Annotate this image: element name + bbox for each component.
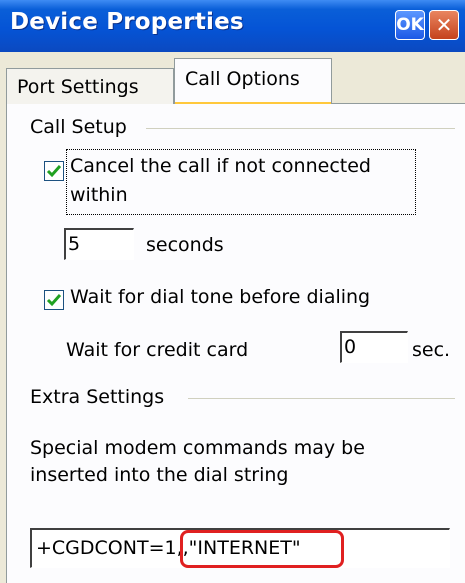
call-setup-group-label: Call Setup [30, 116, 127, 138]
timeout-seconds-input[interactable]: 5 [64, 228, 134, 260]
extra-settings-description-line1: Special modem commands may be [30, 437, 365, 459]
ok-button[interactable]: OK [395, 10, 425, 40]
cancel-call-checkbox[interactable] [44, 161, 64, 181]
tab-call-options[interactable]: Call Options [174, 58, 332, 104]
tab-call-options-label: Call Options [185, 67, 300, 90]
extra-settings-group-label: Extra Settings [30, 386, 165, 408]
tab-port-settings-label: Port Settings [17, 75, 139, 98]
cancel-call-label-line1[interactable]: Cancel the call if not connected [70, 155, 371, 177]
wait-dial-tone-checkbox[interactable] [44, 290, 64, 310]
window-title: Device Properties [10, 9, 244, 35]
credit-card-label: Wait for credit card [66, 339, 249, 361]
credit-card-wait-input[interactable]: 0 [340, 331, 408, 363]
seconds-label: seconds [146, 234, 224, 256]
extra-settings-divider [188, 398, 455, 399]
checkmark-icon [46, 294, 62, 307]
credit-card-unit-label: sec. [412, 339, 451, 361]
checkmark-icon [46, 165, 62, 178]
cancel-call-label-line2[interactable]: within [70, 184, 128, 206]
annotation-highlight [180, 530, 344, 568]
extra-settings-description-line2: inserted into the dial string [30, 464, 289, 486]
wait-dial-tone-label[interactable]: Wait for dial tone before dialing [70, 286, 370, 308]
close-button[interactable]: ✕ [429, 10, 459, 40]
dial-string-prefix: +CGDCONT=1,, [36, 537, 189, 559]
call-setup-divider [146, 128, 455, 129]
tab-port-settings[interactable]: Port Settings [6, 68, 174, 104]
close-icon: ✕ [435, 13, 453, 37]
